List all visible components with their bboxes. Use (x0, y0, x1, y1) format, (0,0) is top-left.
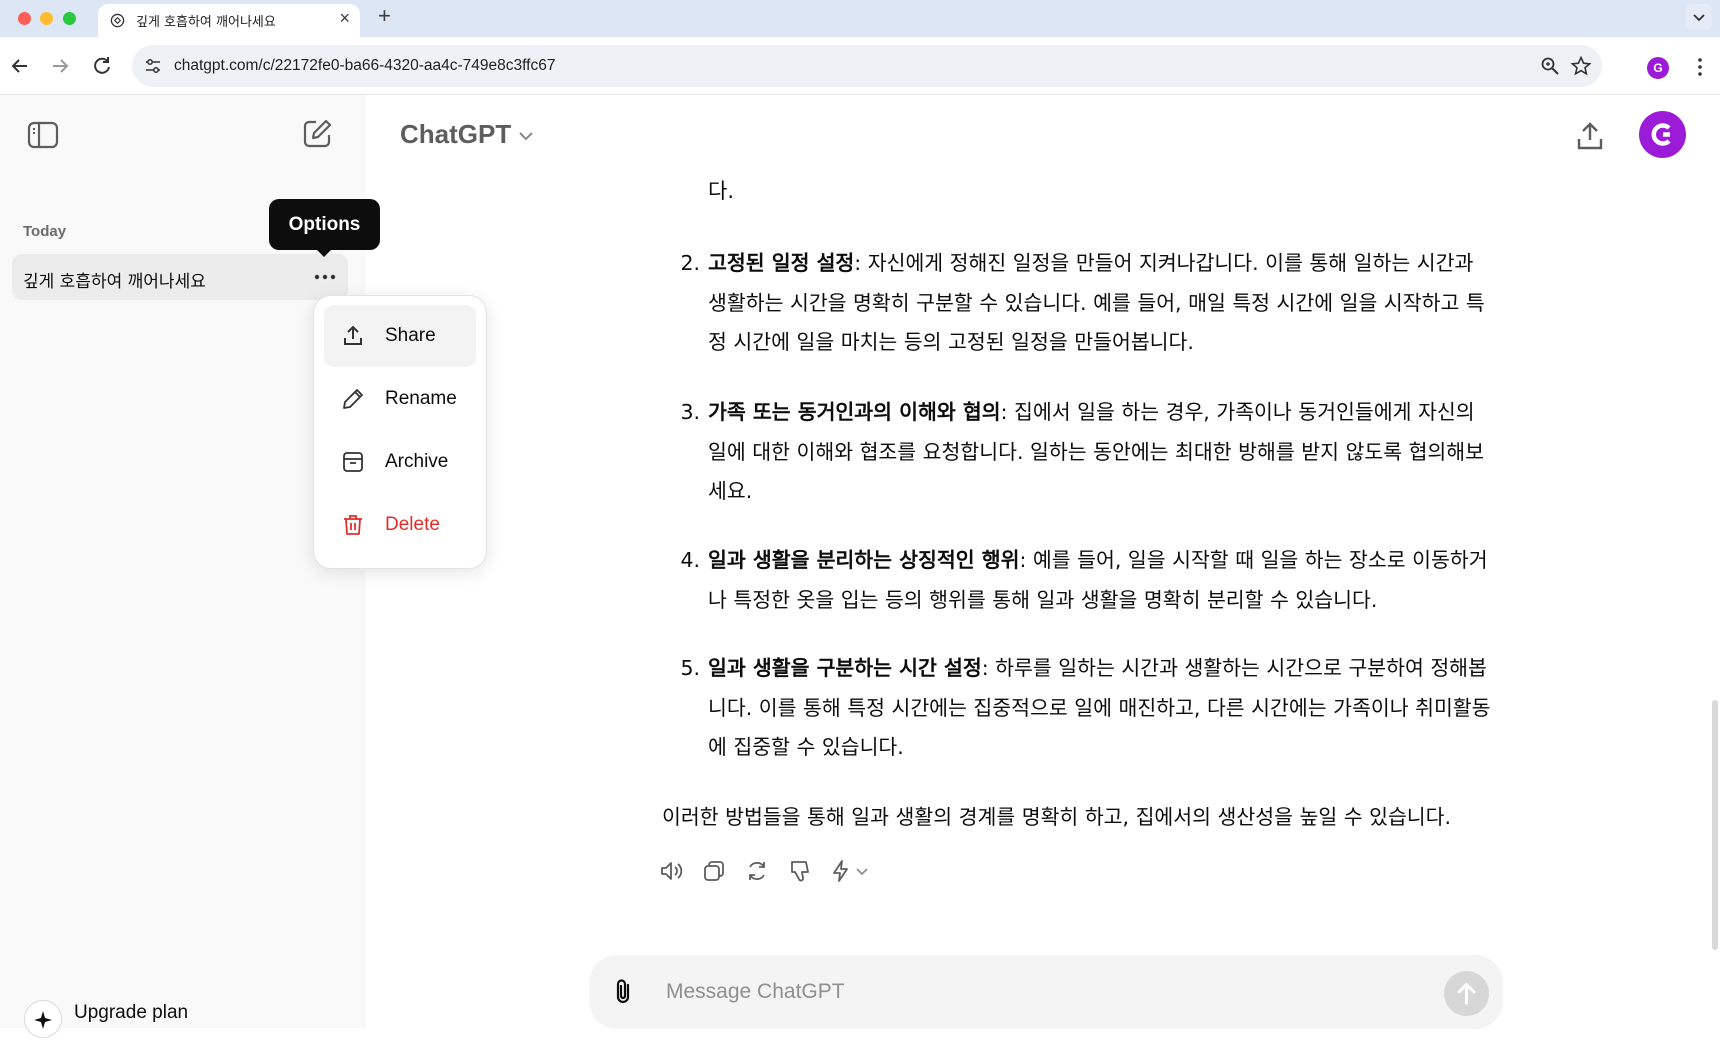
list-item-body: 고정된 일정 설정: 자신에게 정해진 일정을 만들어 지켜나갑니다. 이를 통… (708, 244, 1498, 363)
message-actions (658, 858, 878, 884)
sparkle-icon (24, 1000, 62, 1038)
menu-item-delete[interactable]: Delete (324, 494, 476, 556)
browser-toolbar: chatgpt.com/c/22172fe0-ba66-4320-aa4c-74… (0, 37, 1720, 95)
sidebar-conversation-item[interactable]: 깊게 호흡하여 깨어나세요 (12, 254, 348, 300)
menu-item-label: Archive (385, 451, 449, 472)
user-avatar[interactable] (1639, 111, 1686, 158)
send-button[interactable] (1444, 971, 1489, 1016)
list-item-title: 일과 생활을 분리하는 상징적인 행위 (708, 548, 1020, 572)
address-bar[interactable]: chatgpt.com/c/22172fe0-ba66-4320-aa4c-74… (132, 45, 1602, 87)
chevron-down-icon[interactable] (517, 127, 535, 145)
list-item-body: 가족 또는 동거인과의 이해와 협의: 집에서 일을 하는 경우, 가족이나 동… (708, 393, 1498, 512)
message-text-fragment: 다. (708, 179, 734, 203)
list-item-title: 고정된 일정 설정 (708, 251, 855, 275)
message-composer[interactable]: Message ChatGPT (589, 955, 1503, 1029)
list-item-title: 일과 생활을 구분하는 시간 설정 (708, 656, 982, 680)
trash-icon (344, 515, 362, 535)
tab-search-button[interactable] (1686, 4, 1712, 30)
message-summary: 이러한 방법들을 통해 일과 생활의 경계를 명확히 하고, 집에서의 생산성을… (662, 805, 1452, 829)
scrollbar[interactable] (1712, 700, 1718, 950)
window-close-button[interactable] (18, 12, 31, 25)
chevron-down-icon (1693, 14, 1705, 22)
menu-item-label: Delete (385, 514, 440, 535)
thumbs-down-icon[interactable] (787, 858, 813, 884)
list-item-body: 일과 생활을 분리하는 상징적인 행위: 예를 들어, 일을 시작할 때 일을 … (708, 541, 1498, 620)
regenerate-icon[interactable] (744, 858, 770, 884)
list-number: 3. (680, 400, 700, 424)
options-tooltip: Options (269, 199, 380, 257)
menu-item-label: Share (385, 325, 436, 346)
options-dots-icon[interactable] (312, 268, 338, 286)
list-number: 4. (680, 548, 700, 572)
archive-icon (343, 452, 363, 472)
zoom-icon[interactable] (1540, 56, 1560, 76)
list-item-body: 일과 생활을 구분하는 시간 설정: 하루를 일하는 시간과 생활하는 시간으로… (708, 649, 1498, 768)
message-input[interactable]: Message ChatGPT (666, 980, 845, 1004)
browser-menu-icon[interactable] (1693, 55, 1707, 79)
url-text[interactable]: chatgpt.com/c/22172fe0-ba66-4320-aa4c-74… (174, 57, 555, 75)
options-menu: Share Rename Archive Delete (313, 295, 487, 569)
read-aloud-icon[interactable] (658, 858, 684, 884)
conversation-title: 깊게 호흡하여 깨어나세요 (23, 272, 206, 292)
share-chat-icon[interactable] (1573, 119, 1607, 153)
menu-item-rename[interactable]: Rename (324, 368, 476, 430)
lightning-model-icon[interactable] (828, 858, 854, 884)
browser-tab[interactable]: 깊게 호흡하여 깨어나세요 × (98, 4, 360, 37)
list-number: 2. (680, 251, 700, 275)
site-settings-icon[interactable] (144, 57, 162, 75)
upgrade-plan-label: Upgrade plan (74, 1002, 189, 1023)
model-selector-label[interactable]: ChatGPT (400, 119, 511, 150)
reload-icon[interactable] (90, 54, 114, 78)
menu-item-label: Rename (385, 388, 457, 409)
tab-title: 깊게 호흡하여 깨어나세요 (136, 15, 276, 30)
window-minimize-button[interactable] (40, 12, 53, 25)
tab-close-icon[interactable]: × (339, 8, 350, 29)
bookmark-star-icon[interactable] (1570, 55, 1592, 77)
new-tab-button[interactable]: + (378, 3, 391, 29)
forward-icon[interactable] (48, 54, 72, 78)
menu-item-share[interactable]: Share (324, 305, 476, 367)
pencil-icon (343, 389, 363, 409)
arrow-up-icon (1457, 983, 1476, 1005)
section-label-today: Today (23, 223, 67, 240)
new-chat-icon[interactable] (300, 117, 334, 151)
list-item-title: 가족 또는 동거인과의 이해와 협의 (708, 400, 1001, 424)
back-icon[interactable] (8, 54, 32, 78)
copy-icon[interactable] (701, 858, 727, 884)
upgrade-plan-button[interactable]: Upgrade plan (24, 1000, 324, 1040)
share-icon (344, 325, 362, 345)
chevron-down-icon[interactable] (854, 858, 870, 884)
window-maximize-button[interactable] (63, 12, 76, 25)
openai-logo-icon (110, 13, 125, 28)
list-number: 5. (680, 656, 700, 680)
browser-tab-strip: 깊게 호흡하여 깨어나세요 × + (0, 0, 1720, 37)
paperclip-icon[interactable] (609, 977, 637, 1007)
browser-profile-avatar[interactable]: G (1647, 57, 1669, 79)
menu-item-archive[interactable]: Archive (324, 431, 476, 493)
sidebar-toggle-icon[interactable] (26, 118, 60, 152)
